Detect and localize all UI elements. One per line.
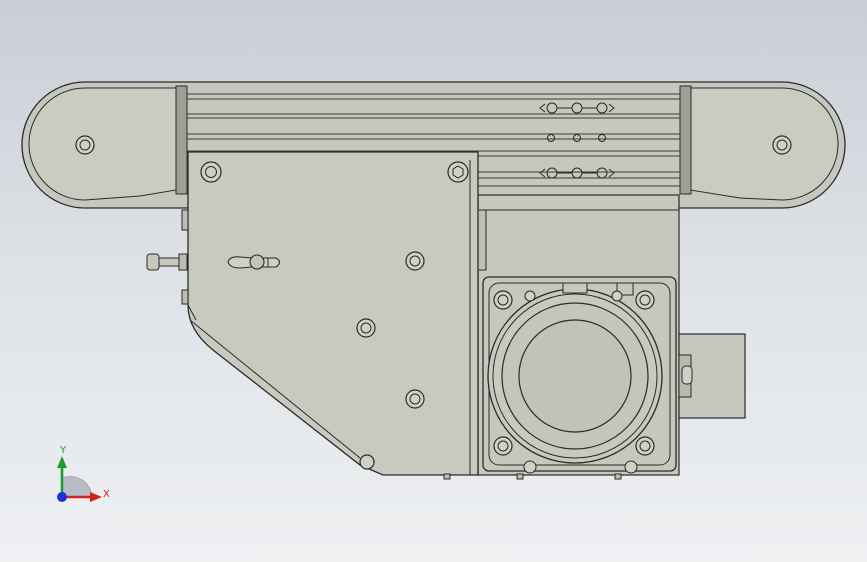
plate-outline bbox=[187, 151, 479, 476]
bolt-icon bbox=[493, 436, 513, 456]
bolt-icon bbox=[493, 290, 513, 310]
bolt-icon bbox=[405, 251, 425, 271]
right-end-cap bbox=[689, 87, 839, 201]
motor-bore bbox=[518, 319, 632, 433]
z-axis-dot bbox=[57, 492, 67, 502]
bolt-icon bbox=[356, 318, 376, 338]
axis-triad: Y X bbox=[57, 445, 110, 502]
bolt-icon bbox=[681, 365, 693, 385]
right-band bbox=[679, 85, 692, 195]
bolt-icon bbox=[405, 389, 425, 409]
frame-side-lip bbox=[477, 209, 487, 271]
y-axis-arrow bbox=[57, 456, 67, 468]
x-axis-label: X bbox=[103, 489, 110, 500]
bolt-icon bbox=[635, 290, 655, 310]
bolt-icon bbox=[359, 454, 375, 470]
bolt-icon bbox=[447, 161, 469, 183]
bolt-icon bbox=[635, 436, 655, 456]
left-end-cap bbox=[28, 87, 177, 201]
bolt-icon bbox=[772, 135, 792, 155]
side-mounting-plate[interactable] bbox=[146, 151, 479, 476]
triad-rotation-arc bbox=[61, 476, 93, 498]
y-axis-label: Y bbox=[59, 445, 67, 456]
side-screw-icon bbox=[146, 253, 188, 271]
bolt-icon bbox=[200, 161, 222, 183]
bolt-icon bbox=[75, 135, 95, 155]
left-band bbox=[175, 85, 188, 195]
x-axis-arrow bbox=[90, 492, 102, 502]
cad-viewport[interactable]: Y X bbox=[0, 0, 867, 562]
